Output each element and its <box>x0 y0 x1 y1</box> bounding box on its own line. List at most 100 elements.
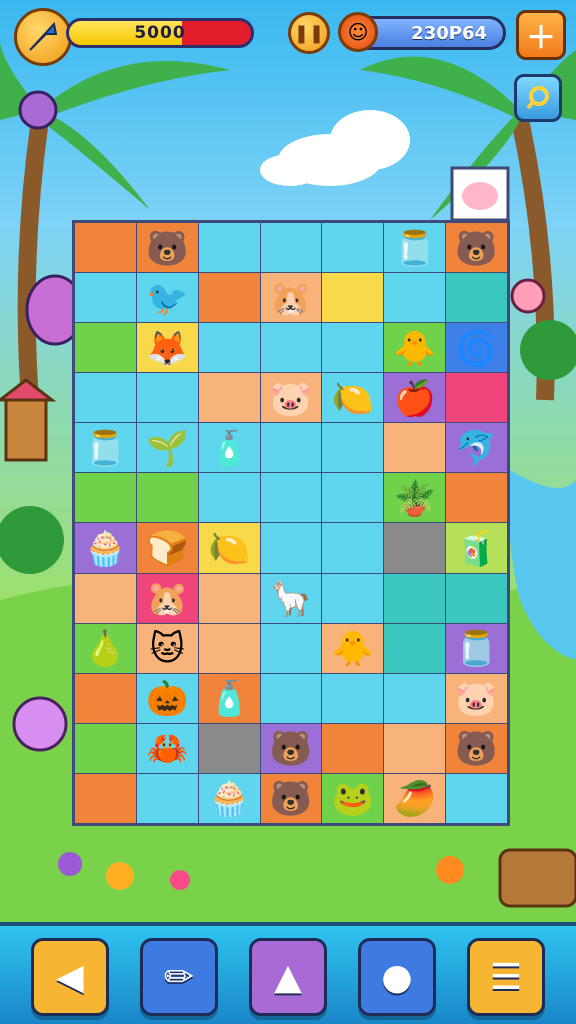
puzzle-tile[interactable]: 🐷 <box>260 373 322 423</box>
puzzle-tile[interactable]: 🧴 <box>198 423 260 473</box>
puzzle-tile[interactable] <box>322 473 384 523</box>
puzzle-tile[interactable]: 🦊 <box>136 323 198 373</box>
puzzle-tile[interactable] <box>322 273 384 323</box>
puzzle-tile[interactable]: 🫙 <box>384 223 446 273</box>
puzzle-tile[interactable]: 🧁 <box>198 773 260 823</box>
puzzle-tile[interactable]: 🍋 <box>322 373 384 423</box>
puzzle-tile[interactable] <box>198 723 260 773</box>
puzzle-tile[interactable]: 🪴 <box>384 473 446 523</box>
puzzle-tile[interactable]: 🥭 <box>384 773 446 823</box>
puzzle-tile[interactable]: 🐦 <box>136 273 198 323</box>
pink-critter <box>510 278 546 314</box>
puzzle-tile[interactable] <box>322 673 384 723</box>
puzzle-tile[interactable] <box>446 573 507 623</box>
puzzle-tile[interactable] <box>198 373 260 423</box>
puzzle-tile[interactable] <box>322 423 384 473</box>
puzzle-tile[interactable] <box>75 223 136 273</box>
puzzle-tile[interactable]: 🌱 <box>136 423 198 473</box>
puzzle-tile[interactable] <box>260 473 322 523</box>
puzzle-tile[interactable] <box>198 473 260 523</box>
puzzle-tile[interactable] <box>446 773 507 823</box>
puzzle-tile[interactable] <box>198 273 260 323</box>
puzzle-tile[interactable]: 🎃 <box>136 673 198 723</box>
ball-tool-button[interactable]: ● <box>358 938 436 1016</box>
puzzle-tile[interactable]: 🐬 <box>446 423 507 473</box>
puzzle-tile[interactable] <box>198 223 260 273</box>
puzzle-tile[interactable] <box>384 573 446 623</box>
puzzle-tile[interactable] <box>260 223 322 273</box>
puzzle-tile[interactable]: 🐹 <box>260 273 322 323</box>
level-badge[interactable] <box>14 8 72 66</box>
puzzle-tile[interactable] <box>322 723 384 773</box>
puzzle-tile[interactable]: 🍎 <box>384 373 446 423</box>
search-button[interactable] <box>514 74 562 122</box>
add-button[interactable]: ＋ <box>516 10 566 60</box>
puzzle-tile[interactable] <box>260 523 322 573</box>
puzzle-tile[interactable]: 🐻 <box>446 723 507 773</box>
hint-tool-button[interactable]: ▲ <box>249 938 327 1016</box>
puzzle-tile[interactable]: 🐻 <box>136 223 198 273</box>
puzzle-tile[interactable] <box>75 573 136 623</box>
puzzle-tile[interactable]: 🍐 <box>75 623 136 673</box>
sun-face-icon: ☺ <box>347 20 369 44</box>
puzzle-tile[interactable]: 🐻 <box>446 223 507 273</box>
puzzle-tile[interactable]: 🐻 <box>260 773 322 823</box>
back-tool-button[interactable]: ◀ <box>31 938 109 1016</box>
puzzle-tile[interactable] <box>384 673 446 723</box>
puzzle-tile[interactable]: 🧁 <box>75 523 136 573</box>
pause-button[interactable]: ❚❚ <box>288 12 330 54</box>
puzzle-tile[interactable] <box>75 773 136 823</box>
puzzle-tile[interactable]: 🐱 <box>136 623 198 673</box>
puzzle-tile[interactable] <box>198 573 260 623</box>
puzzle-tile[interactable] <box>75 473 136 523</box>
bush <box>520 320 576 380</box>
pencil-tool-button[interactable]: ✏ <box>140 938 218 1016</box>
puzzle-tile[interactable] <box>136 473 198 523</box>
puzzle-tile[interactable]: 🫙 <box>446 623 507 673</box>
puzzle-tile[interactable]: 🦀 <box>136 723 198 773</box>
menu-tool-button[interactable]: ☰ <box>467 938 545 1016</box>
puzzle-tile[interactable] <box>75 323 136 373</box>
puzzle-tile[interactable] <box>446 273 507 323</box>
puzzle-tile[interactable] <box>322 523 384 573</box>
puzzle-tile[interactable]: 🐥 <box>322 623 384 673</box>
puzzle-tile[interactable] <box>260 623 322 673</box>
puzzle-tile[interactable] <box>75 673 136 723</box>
puzzle-tile[interactable] <box>384 723 446 773</box>
puzzle-tile[interactable] <box>75 373 136 423</box>
puzzle-tile[interactable] <box>260 323 322 373</box>
puzzle-tile[interactable]: 🌀 <box>446 323 507 373</box>
puzzle-tile[interactable] <box>75 273 136 323</box>
puzzle-tile[interactable] <box>384 523 446 573</box>
puzzle-tile[interactable] <box>260 423 322 473</box>
puzzle-tile[interactable] <box>136 773 198 823</box>
puzzle-tile[interactable] <box>75 723 136 773</box>
puzzle-tile[interactable] <box>322 323 384 373</box>
puzzle-tile[interactable]: 🍞 <box>136 523 198 573</box>
puzzle-tile[interactable] <box>446 373 507 423</box>
tile-creature-icon: 🪴 <box>393 478 436 519</box>
puzzle-tile[interactable] <box>260 673 322 723</box>
puzzle-tile[interactable]: 🐸 <box>322 773 384 823</box>
puzzle-tile[interactable] <box>446 473 507 523</box>
puzzle-tile[interactable] <box>198 323 260 373</box>
puzzle-tile[interactable]: 🐹 <box>136 573 198 623</box>
puzzle-tile[interactable]: 🧃 <box>446 523 507 573</box>
puzzle-tile[interactable] <box>322 573 384 623</box>
puzzle-tile[interactable] <box>384 273 446 323</box>
tile-creature-icon: 🍋 <box>331 378 375 419</box>
puzzle-tile[interactable]: 🐷 <box>446 673 507 723</box>
puzzle-tile[interactable] <box>136 373 198 423</box>
puzzle-tile[interactable]: 🍋 <box>198 523 260 573</box>
puzzle-tile[interactable]: 🐥 <box>384 323 446 373</box>
puzzle-tile[interactable]: 🦙 <box>260 573 322 623</box>
puzzle-tile[interactable]: 🐻 <box>260 723 322 773</box>
ball-icon: ● <box>381 956 413 998</box>
puzzle-tile[interactable]: 🫙 <box>75 423 136 473</box>
tile-creature-icon: 🐥 <box>331 629 375 670</box>
puzzle-tile[interactable] <box>384 423 446 473</box>
puzzle-tile[interactable] <box>198 623 260 673</box>
puzzle-tile[interactable] <box>322 223 384 273</box>
puzzle-tile[interactable]: 🧴 <box>198 673 260 723</box>
puzzle-tile[interactable] <box>384 623 446 673</box>
